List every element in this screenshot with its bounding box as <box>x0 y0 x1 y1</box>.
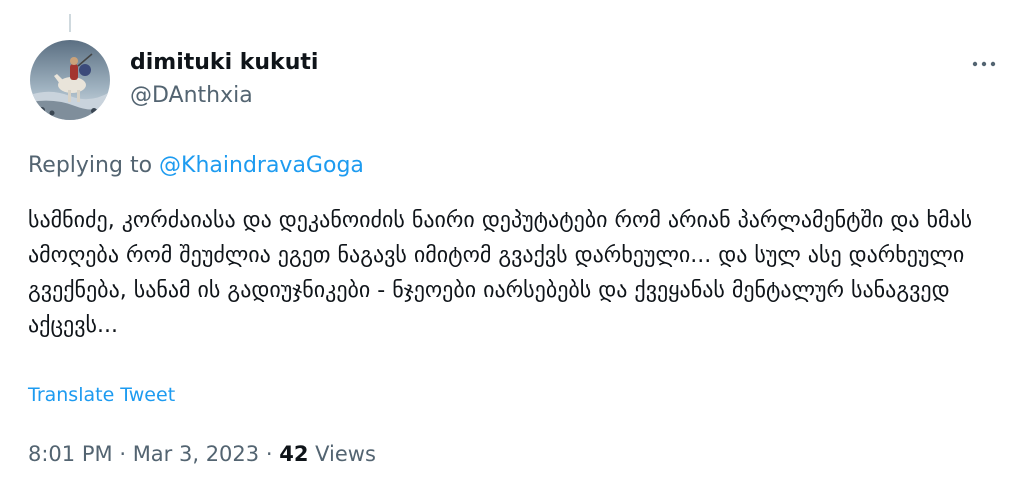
replying-to-label: Replying to <box>28 153 153 178</box>
translate-tweet-link[interactable]: Translate Tweet <box>28 384 175 406</box>
views-label: Views <box>315 442 376 466</box>
meta-separator: · <box>119 442 126 466</box>
meta-separator: · <box>265 442 273 466</box>
tweet-metadata: 8:01 PM · Mar 3, 2023 · 42 Views <box>28 442 376 466</box>
views-count[interactable]: 42 <box>279 442 308 466</box>
replying-to-mention-link[interactable]: @KhaindravaGoga <box>159 153 364 178</box>
replying-to-line: Replying to @KhaindravaGoga <box>28 153 364 178</box>
author-handle[interactable]: @DAnthxia <box>130 83 253 108</box>
avatar-image <box>30 40 110 120</box>
more-horizontal-icon <box>972 61 996 67</box>
tweet-time[interactable]: 8:01 PM <box>28 442 113 466</box>
avatar[interactable] <box>30 40 110 120</box>
tweet-date[interactable]: Mar 3, 2023 <box>133 442 259 466</box>
more-options-button[interactable] <box>966 52 1002 76</box>
author-name[interactable]: dimituki kukuti <box>130 50 318 75</box>
tweet-text: სამნიძე, კორძაიასა და დეკანოიძის ნაირი დ… <box>28 208 973 338</box>
thread-connector-line <box>69 14 71 32</box>
